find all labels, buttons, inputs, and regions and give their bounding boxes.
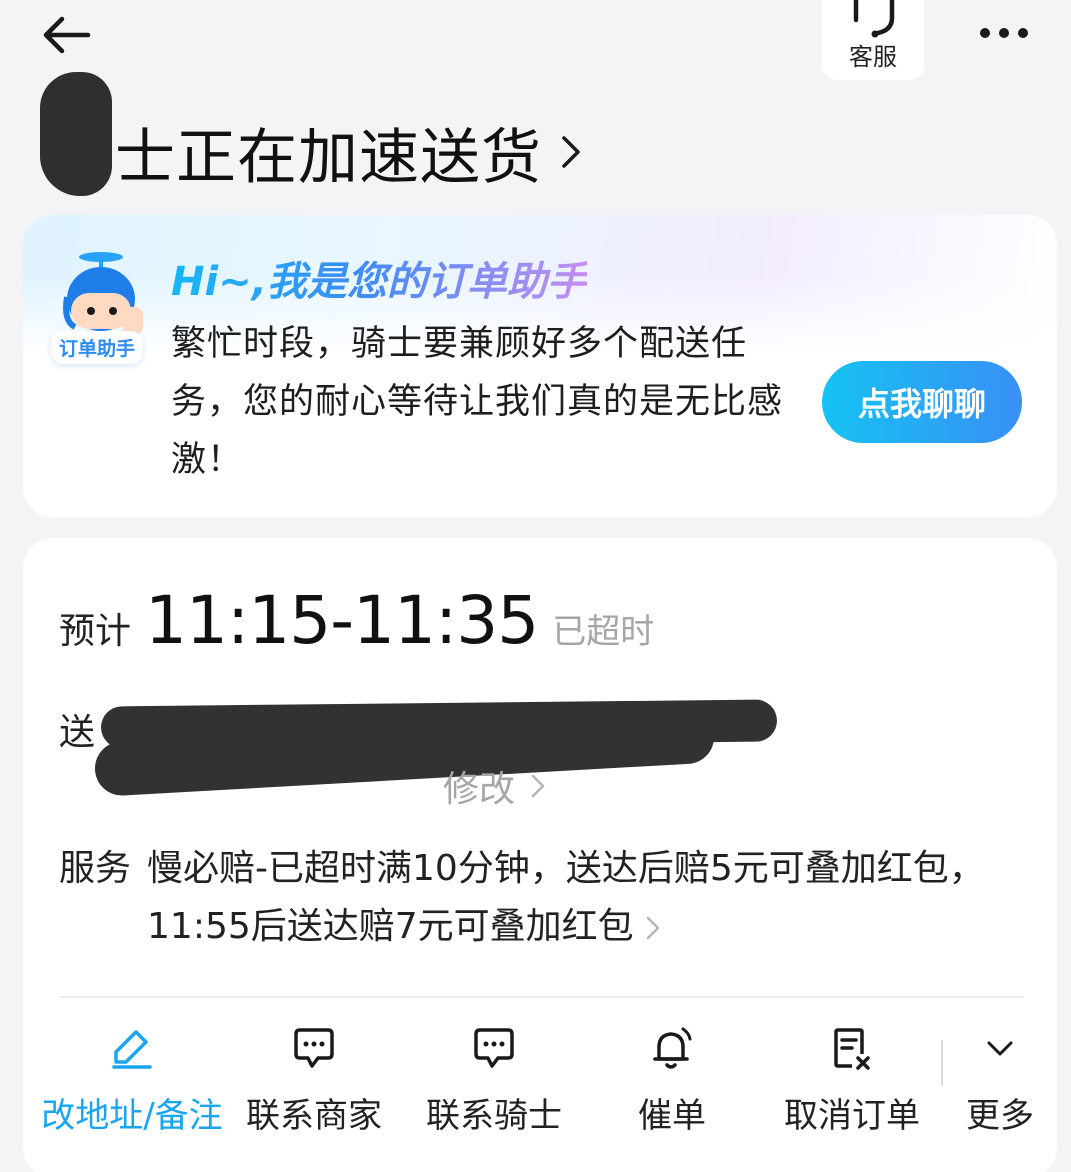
contact-rider-button[interactable]: 联系骑士 — [421, 1018, 567, 1137]
edit-address-note-button[interactable]: 改地址/备注 — [37, 1018, 227, 1137]
action-label: 联系骑士 — [426, 1096, 562, 1136]
section-divider — [59, 996, 1023, 998]
more-options-button[interactable] — [972, 18, 1036, 48]
more-dot-icon — [1018, 28, 1028, 38]
edit-address-link[interactable]: 修改 — [443, 760, 545, 812]
chevron-right-icon — [646, 916, 659, 940]
action-label: 联系商家 — [246, 1096, 382, 1136]
chat-with-assistant-button[interactable]: 点我聊聊 — [822, 361, 1022, 443]
chat-rider-icon — [474, 1028, 514, 1068]
action-label: 催单 — [638, 1096, 706, 1136]
assistant-message: 繁忙时段，骑士要兼顾好多个配送任务，您的耐心等待让我们真的是无比感激！ — [171, 324, 784, 480]
action-label: 取消订单 — [784, 1096, 920, 1136]
eta-time: 11:15-11:35 — [145, 582, 539, 659]
eta-row: 预计 11:15-11:35 已超时 — [59, 582, 654, 659]
eta-label: 预计 — [59, 611, 132, 652]
bell-icon — [653, 1027, 692, 1069]
assistant-greeting: Hi~,我是您的订单助手 — [171, 249, 587, 307]
cancel-order-icon — [834, 1028, 870, 1070]
back-button[interactable] — [38, 10, 94, 60]
headset-icon — [853, 0, 895, 38]
more-dot-icon — [980, 28, 990, 38]
contact-merchant-button[interactable]: 联系商家 — [241, 1018, 387, 1137]
action-label: 更多 — [966, 1096, 1034, 1136]
delivery-info-card: 预计 11:15-11:35 已超时 送 修改 服务 慢必赔-已超时满10分钟，… — [23, 538, 1057, 1172]
action-separator — [941, 1040, 943, 1086]
action-label: 改地址/备注 — [41, 1096, 223, 1136]
edit-address-label: 修改 — [443, 769, 516, 810]
service-label: 服务 — [59, 848, 132, 889]
more-dot-icon — [999, 28, 1009, 38]
redaction-mark — [40, 72, 112, 196]
service-detail: 慢必赔-已超时满10分钟，送达后赔5元可叠加红包，11:55后送达赔7元可叠加红… — [147, 840, 1007, 956]
cancel-order-button[interactable]: 取消订单 — [779, 1018, 925, 1137]
urge-order-button[interactable]: 催单 — [619, 1018, 725, 1137]
chevron-right-icon — [562, 136, 580, 168]
chevron-down-icon — [987, 1041, 1013, 1056]
address-label: 送 — [59, 712, 96, 753]
assistant-badge: 订单助手 — [51, 331, 144, 364]
service-detail-text: 慢必赔-已超时满10分钟，送达后赔5元可叠加红包，11:55后送达赔7元可叠加红… — [147, 848, 985, 947]
arrow-left-icon — [43, 16, 91, 54]
customer-service-label: 客服 — [849, 43, 897, 71]
compensation-service-row[interactable]: 服务 慢必赔-已超时满10分钟，送达后赔5元可叠加红包，11:55后送达赔7元可… — [59, 840, 1007, 956]
chat-merchant-icon — [294, 1028, 334, 1068]
order-status-text: 骑士正在加速送货 — [54, 122, 542, 193]
order-assistant-card: 订单助手 Hi~,我是您的订单助手 繁忙时段，骑士要兼顾好多个配送任务，您的耐心… — [23, 215, 1057, 517]
more-actions-button[interactable]: 更多 — [957, 1018, 1043, 1137]
chevron-right-icon — [531, 774, 545, 798]
order-action-bar: 改地址/备注 联系商家 联系骑士 催单 取消订单 更多 — [23, 1018, 1057, 1138]
edit-address-icon — [112, 1030, 152, 1069]
order-status-title[interactable]: 骑士正在加速送货 — [54, 112, 582, 193]
customer-service-button[interactable]: 客服 — [822, 0, 924, 80]
eta-overdue-status: 已超时 — [552, 612, 655, 652]
